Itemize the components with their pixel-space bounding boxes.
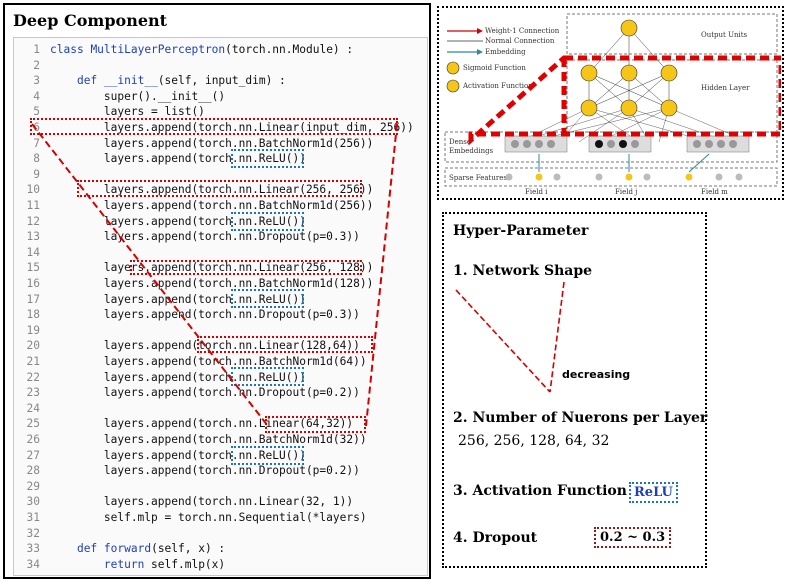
funnel-left-line: [31, 123, 269, 427]
embedding-group-m: [686, 135, 750, 153]
activation-legend-icon: [446, 79, 460, 93]
decreasing-label: decreasing: [562, 368, 631, 381]
output-unit: [620, 19, 638, 37]
network-diagram: Weight-1 Connection Normal Connection Em…: [444, 13, 781, 196]
sigmoid-legend-icon: [446, 61, 460, 75]
hidden-unit: [660, 99, 678, 117]
embedding-legend-arrow: [477, 49, 483, 55]
embedding-arrows: [538, 153, 710, 173]
hidden-unit: [620, 99, 638, 117]
field-label-j: Field j: [615, 188, 637, 196]
hyper-parameter-title: Hyper-Parameter: [453, 223, 589, 239]
sparse-features-label: Sparse Features: [449, 174, 507, 182]
weight-connection-legend-arrow: [477, 28, 483, 34]
legend-embedding: Embedding: [485, 48, 526, 56]
dense-embeddings-label: Dense: [449, 138, 471, 146]
dropout-value-badge: 0.2 ~ 0.3: [594, 527, 672, 548]
funnel-right-line: [365, 123, 398, 427]
field-label-m: Field m: [701, 188, 728, 196]
legend-normal-connection: Normal Connection: [485, 37, 555, 45]
hidden-unit: [620, 64, 638, 82]
network-diagram-panel: Weight-1 Connection Normal Connection Em…: [437, 6, 784, 200]
legend-sigmoid: Sigmoid Function: [463, 64, 526, 72]
legend-weight-connection: Weight-1 Connection: [485, 27, 560, 35]
decreasing-left-line: [455, 289, 551, 393]
activation-value-badge: ReLU: [629, 482, 678, 503]
network-shape-item: 1. Network Shape: [453, 263, 593, 279]
dropout-item: 4. Dropout: [453, 530, 538, 546]
embedding-group-j: [588, 135, 652, 153]
activation-function-item: 3. Activation Function: [453, 483, 627, 499]
decreasing-shape-diagram: [455, 281, 565, 393]
hidden-unit: [580, 99, 598, 117]
sparse-feature-dots: [505, 173, 743, 181]
output-units-label: Output Units: [701, 31, 748, 39]
legend-activation: Activation Function: [462, 82, 533, 90]
hyper-parameter-panel: Hyper-Parameter 1. Network Shape decreas…: [442, 212, 707, 568]
hidden-unit: [660, 64, 678, 82]
field-label-i: Field i: [525, 188, 548, 196]
hidden-unit: [580, 64, 598, 82]
neurons-per-layer-item: 2. Number of Nuerons per Layer: [453, 410, 708, 426]
hidden-layer-label: Hidden Layer: [701, 84, 750, 92]
neurons-value: 256, 256, 128, 64, 32: [458, 433, 610, 449]
dense-embeddings-label-2: Embeddings: [449, 147, 494, 155]
embedding-group-i: [504, 135, 568, 153]
